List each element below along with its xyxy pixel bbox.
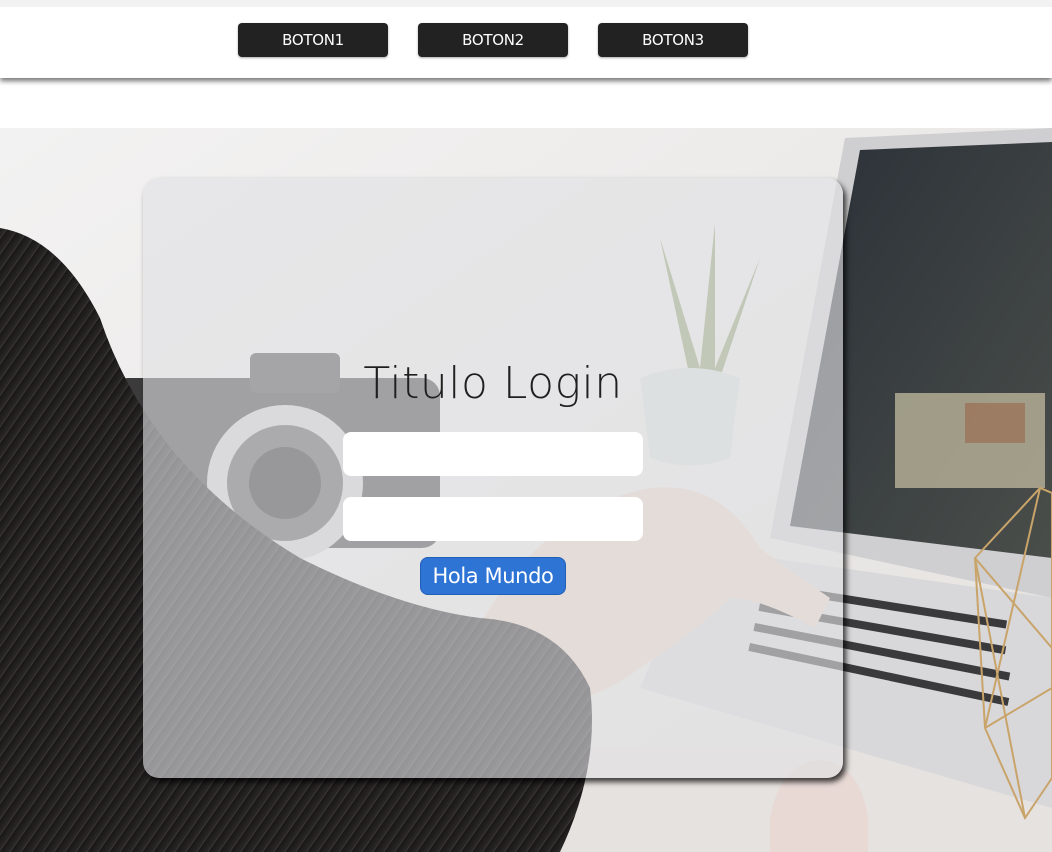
login-title: Titulo Login — [363, 358, 623, 409]
password-input[interactable] — [343, 497, 643, 541]
boton3-button[interactable]: BOTON3 — [598, 23, 748, 57]
login-card: Titulo Login Hola Mundo — [143, 178, 843, 778]
boton2-button[interactable]: BOTON2 — [418, 23, 568, 57]
hero-section: Titulo Login Hola Mundo — [0, 128, 1052, 852]
boton1-button[interactable]: BOTON1 — [238, 23, 388, 57]
hola-mundo-button[interactable]: Hola Mundo — [420, 557, 566, 595]
top-navbar: BOTON1 BOTON2 BOTON3 — [0, 0, 1052, 78]
username-input[interactable] — [343, 432, 643, 476]
